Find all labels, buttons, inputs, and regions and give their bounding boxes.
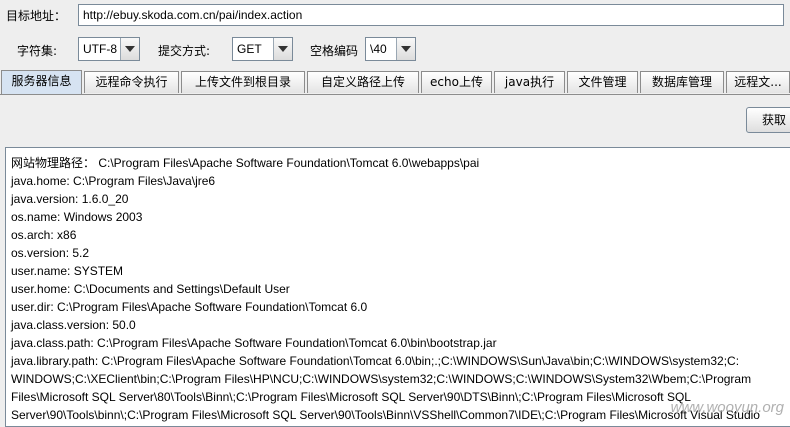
output-line: java.library.path: C:\Program Files\Apac…: [11, 354, 740, 368]
tab-bar: 服务器信息 远程命令执行 上传文件到根目录 自定义路径上传 echo上传 jav…: [0, 70, 790, 95]
target-label: 目标地址：: [6, 8, 67, 23]
output-line: java.class.version: 50.0: [11, 318, 136, 332]
space-encoding-select[interactable]: \40: [365, 37, 416, 61]
output-line: user.name: SYSTEM: [11, 264, 124, 278]
chevron-down-icon[interactable]: [273, 38, 292, 60]
target-row: 目标地址：: [6, 4, 66, 26]
output-line: java.version: 1.6.0_20: [11, 192, 129, 206]
output-line: os.name: Windows 2003: [11, 210, 143, 224]
tab-java-exec[interactable]: java执行: [494, 71, 565, 93]
tab-upload-root[interactable]: 上传文件到根目录: [181, 71, 305, 93]
output-line: java.home: C:\Program Files\Java\jre6: [11, 174, 216, 188]
tab-custom-path-upload[interactable]: 自定义路径上传: [307, 71, 419, 93]
output-line: 网站物理路径： C:\Program Files\Apache Software…: [11, 156, 480, 170]
tab-remote-command[interactable]: 远程命令执行: [84, 71, 179, 93]
target-url-input[interactable]: http://ebuy.skoda.com.cn/pai/index.actio…: [78, 4, 784, 26]
output-line: java.class.path: C:\Program Files\Apache…: [11, 336, 497, 350]
method-value: GET: [237, 42, 262, 56]
output-line: os.arch: x86: [11, 228, 77, 242]
chevron-down-icon[interactable]: [120, 38, 139, 60]
server-info-output[interactable]: 网站物理路径： C:\Program Files\Apache Software…: [5, 147, 790, 427]
charset-value: UTF-8: [83, 42, 117, 56]
output-line: user.home: C:\Documents and Settings\Def…: [11, 282, 290, 296]
tab-server-info[interactable]: 服务器信息: [1, 70, 82, 94]
watermark: www.wooyun.org: [670, 399, 784, 416]
space-encoding-label: 空格编码: [310, 44, 359, 58]
output-line: WINDOWS;C:\XEClient\bin;C:\Program Files…: [11, 372, 752, 386]
charset-select[interactable]: UTF-8: [78, 37, 140, 61]
space-encoding-value: \40: [370, 42, 387, 56]
charset-label: 字符集:: [17, 44, 58, 58]
method-label: 提交方式:: [158, 44, 211, 58]
get-button[interactable]: 获取: [746, 107, 790, 133]
output-line: user.dir: C:\Program Files\Apache Softwa…: [11, 300, 368, 314]
method-select[interactable]: GET: [232, 37, 293, 61]
chevron-down-icon[interactable]: [396, 38, 415, 60]
server-info-panel: 获取 网站物理路径： C:\Program Files\Apache Softw…: [0, 95, 790, 427]
output-line: os.version: 5.2: [11, 246, 90, 260]
tab-remote-file[interactable]: 远程文...: [726, 71, 790, 93]
tab-echo-upload[interactable]: echo上传: [421, 71, 492, 93]
tab-file-manager[interactable]: 文件管理: [567, 71, 638, 93]
tab-database-manager[interactable]: 数据库管理: [640, 71, 724, 93]
